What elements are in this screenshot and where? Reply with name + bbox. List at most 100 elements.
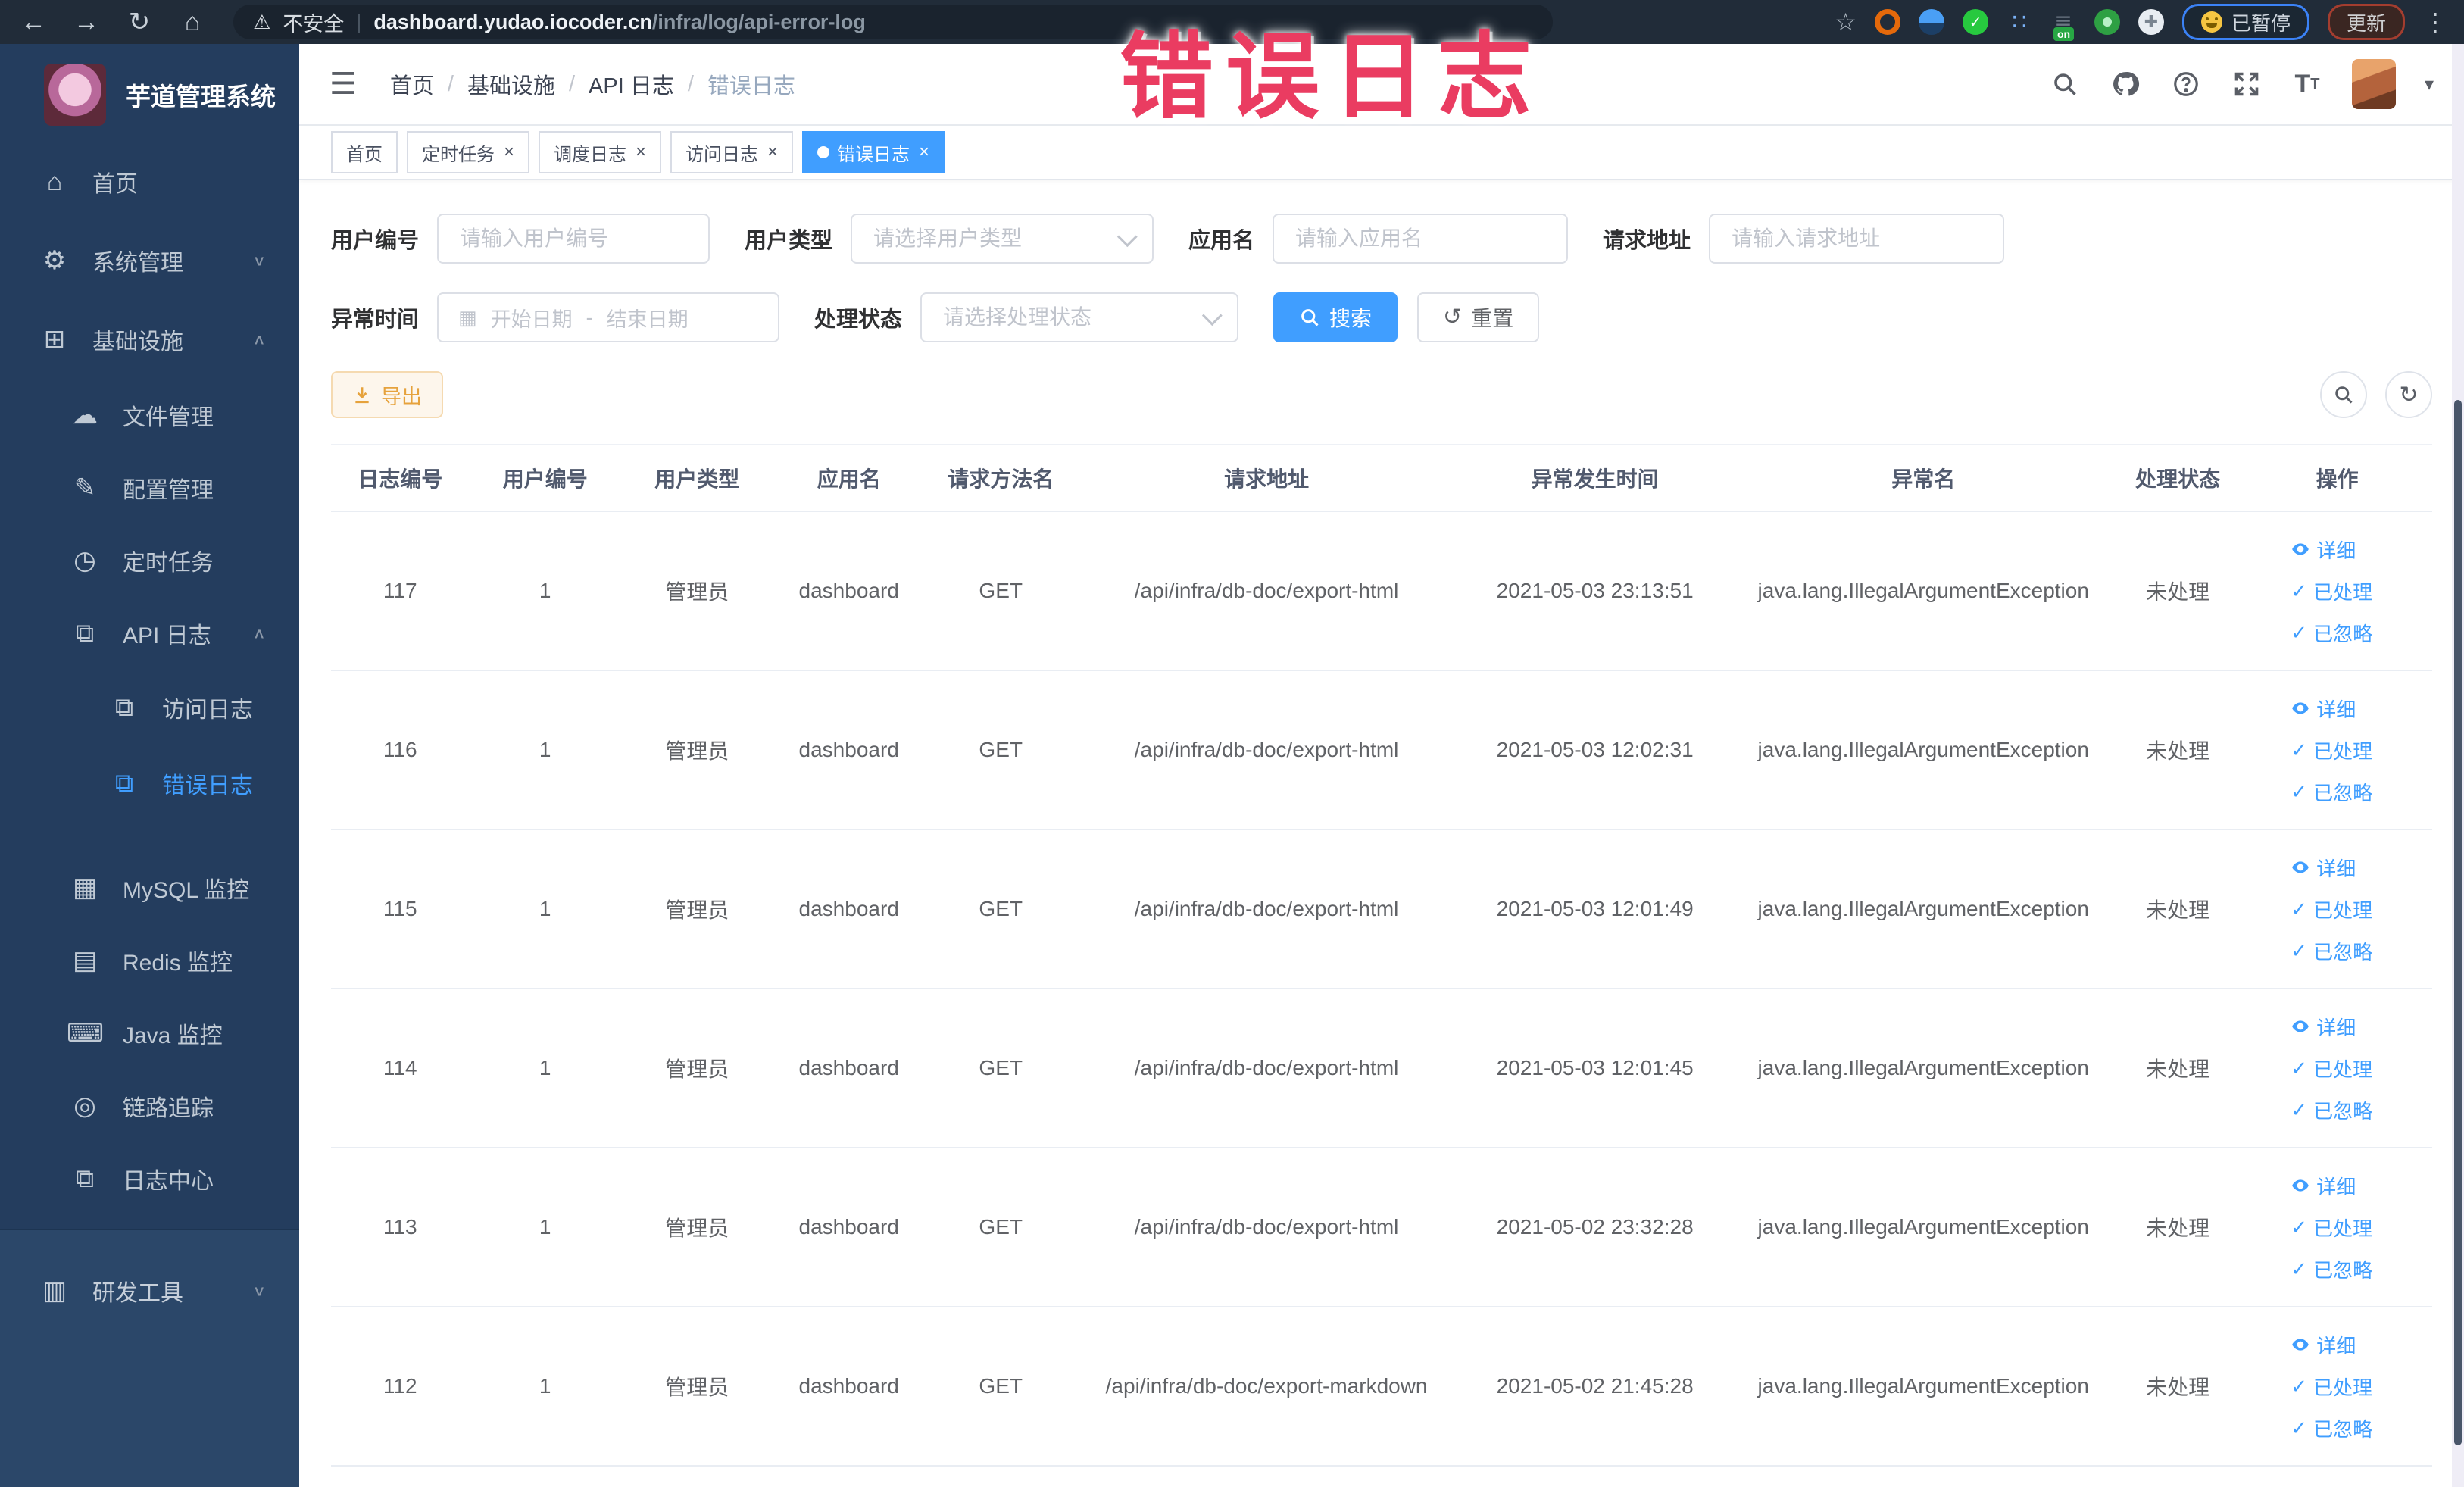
check-icon: ✓ — [2291, 779, 2308, 803]
sidebar-item-access-log[interactable]: ⧉ 访问日志 — [0, 670, 299, 745]
app-name-cell: dashboard — [773, 1148, 925, 1307]
extension-icon[interactable]: ✓ — [1962, 9, 1988, 35]
update-badge[interactable]: 更新 — [2327, 4, 2405, 40]
tab-error-log[interactable]: 错误日志 × — [802, 131, 945, 173]
mark-ignored-link[interactable]: ✓ 已忽略 — [2291, 1255, 2372, 1283]
url-text: dashboard.yudao.iocoder.cn/infra/log/api… — [373, 11, 866, 34]
sidebar-item-system[interactable]: ⚙ 系统管理 ∨ — [0, 221, 299, 300]
chevron-down-icon[interactable]: ▾ — [2425, 73, 2434, 95]
collapse-sidebar-icon[interactable]: ☰ — [329, 67, 357, 102]
page-scrollbar[interactable] — [2452, 44, 2464, 1487]
tab-job-log[interactable]: 调度日志 × — [539, 131, 662, 173]
detail-link[interactable]: 详细 — [2291, 854, 2356, 882]
close-icon[interactable]: × — [767, 143, 778, 161]
mark-ignored-link[interactable]: ✓ 已忽略 — [2291, 778, 2372, 806]
status-select[interactable] — [920, 292, 1239, 342]
exception-cell: java.lang.IllegalArgumentException — [1733, 511, 2113, 671]
user-type-select-input[interactable] — [872, 226, 1119, 251]
status-cell: 未处理 — [2113, 1307, 2243, 1467]
detail-link[interactable]: 详细 — [2291, 536, 2356, 564]
extension-icon[interactable] — [1874, 9, 1900, 35]
mark-processed-label: 已处理 — [2313, 1057, 2373, 1081]
detail-link[interactable]: 详细 — [2291, 695, 2356, 723]
detail-link[interactable]: 详细 — [2291, 1013, 2356, 1041]
back-icon[interactable]: ← — [17, 8, 50, 37]
mark-ignored-link[interactable]: ✓ 已忽略 — [2291, 1096, 2372, 1124]
status-select-input[interactable] — [942, 305, 1204, 330]
sidebar-item-mysql[interactable]: ▦ MySQL 监控 — [0, 851, 299, 924]
toggle-search-button[interactable] — [2320, 371, 2367, 418]
detail-link[interactable]: 详细 — [2291, 1331, 2356, 1359]
address-bar[interactable]: ⚠ 不安全 | dashboard.yudao.iocoder.cn/infra… — [233, 5, 1553, 39]
avatar[interactable] — [2351, 59, 2396, 109]
app-name-input[interactable] — [1294, 226, 1547, 251]
mark-ignored-link[interactable]: ✓ 已忽略 — [2291, 619, 2372, 647]
help-icon[interactable] — [2170, 68, 2202, 100]
extension-icon[interactable]: ≣ on — [2050, 9, 2076, 41]
mark-ignored-link[interactable]: ✓ 已忽略 — [2291, 937, 2372, 965]
mark-ignored-label: 已忽略 — [2313, 940, 2373, 964]
tab-access-log[interactable]: 访问日志 × — [670, 131, 794, 173]
mark-processed-link[interactable]: ✓ 已处理 — [2291, 736, 2372, 764]
table-row: 116 1 管理员 dashboard GET/api/infra/db-doc/exp… — [331, 670, 2432, 830]
detail-link[interactable]: 详细 — [2291, 1172, 2356, 1200]
reload-icon[interactable]: ↻ — [123, 7, 156, 37]
mark-processed-link[interactable]: ✓ 已处理 — [2291, 1214, 2372, 1242]
search-button[interactable]: 搜索 — [1273, 292, 1398, 342]
bookmark-star-icon[interactable]: ☆ — [1835, 8, 1857, 36]
sidebar-item-file[interactable]: ☁ 文件管理 — [0, 379, 299, 451]
close-icon[interactable]: × — [504, 143, 514, 161]
calendar-icon: ▦ — [458, 305, 477, 329]
sidebar-item-error-log[interactable]: ⧉ 错误日志 — [0, 745, 299, 821]
home-browser-icon[interactable]: ⌂ — [176, 8, 209, 37]
sidebar-item-tracer[interactable]: ◎ 链路追踪 — [0, 1070, 299, 1142]
scrollbar-thumb[interactable] — [2454, 400, 2462, 1445]
column-header: 用户编号 — [469, 444, 621, 512]
sidebar-item-job[interactable]: ◷ 定时任务 — [0, 524, 299, 597]
close-icon[interactable]: × — [636, 143, 646, 161]
date-range-picker[interactable]: ▦ 开始日期 - 结束日期 — [437, 292, 780, 342]
extension-icon[interactable] — [1918, 9, 1944, 35]
github-icon[interactable] — [2110, 68, 2141, 100]
font-size-icon[interactable]: TT — [2291, 68, 2323, 100]
search-icon[interactable] — [2049, 68, 2081, 100]
refresh-table-button[interactable]: ↻ — [2385, 371, 2432, 418]
mark-processed-link[interactable]: ✓ 已处理 — [2291, 1054, 2372, 1082]
logo-image — [44, 64, 106, 126]
browser-menu-icon[interactable]: ⋮ — [2423, 8, 2447, 36]
user-type-select[interactable] — [851, 214, 1154, 264]
breadcrumb-item[interactable]: 基础设施 — [467, 68, 555, 100]
check-icon: ✓ — [2291, 1056, 2308, 1079]
sidebar-item-log-center[interactable]: ⧉ 日志中心 — [0, 1142, 299, 1215]
mark-ignored-link[interactable]: ✓ 已忽略 — [2291, 1414, 2372, 1442]
extension-icon[interactable] — [2094, 9, 2120, 35]
mark-processed-link[interactable]: ✓ 已处理 — [2291, 577, 2372, 605]
sidebar-item-infra[interactable]: ⊞ 基础设施 ∧ — [0, 300, 299, 379]
forward-icon[interactable]: → — [70, 8, 103, 37]
paused-badge[interactable]: 已暂停 — [2181, 4, 2309, 40]
extension-icon[interactable]: ∷ — [2006, 9, 2032, 35]
log-id-cell: 112 — [331, 1307, 470, 1467]
sidebar-item-redis[interactable]: ▤ Redis 监控 — [0, 924, 299, 997]
request-url-input[interactable] — [1730, 226, 1984, 251]
actions-cell: 详细 ✓ 已处理 ✓ 已忽略 — [2242, 511, 2432, 671]
fullscreen-icon[interactable] — [2231, 68, 2263, 100]
sidebar-item-java[interactable]: ⌨ Java 监控 — [0, 997, 299, 1070]
sidebar-item-label: 系统管理 — [92, 251, 183, 276]
close-icon[interactable]: × — [919, 143, 929, 161]
tab-home[interactable]: 首页 — [331, 131, 398, 173]
reset-button[interactable]: ↺ 重置 — [1417, 292, 1540, 342]
breadcrumb-item[interactable]: 首页 — [390, 68, 434, 100]
sidebar-item-dev-tools[interactable]: ▥ 研发工具 ∨ — [0, 1251, 299, 1330]
mark-processed-link[interactable]: ✓ 已处理 — [2291, 895, 2372, 923]
export-button[interactable]: 导出 — [331, 371, 443, 418]
mark-processed-link[interactable]: ✓ 已处理 — [2291, 1373, 2372, 1401]
extensions-puzzle-icon[interactable]: ✚ — [2138, 9, 2164, 35]
app-logo[interactable]: 芋道管理系统 — [0, 44, 299, 142]
sidebar-item-config[interactable]: ✎ 配置管理 — [0, 451, 299, 524]
breadcrumb-item[interactable]: API 日志 — [589, 68, 674, 100]
user-id-input[interactable] — [458, 226, 689, 251]
sidebar-item-home[interactable]: ⌂ 首页 — [0, 142, 299, 221]
sidebar-item-api-log[interactable]: ⧉ API 日志 ∧ — [0, 597, 299, 670]
tab-job[interactable]: 定时任务 × — [407, 131, 530, 173]
